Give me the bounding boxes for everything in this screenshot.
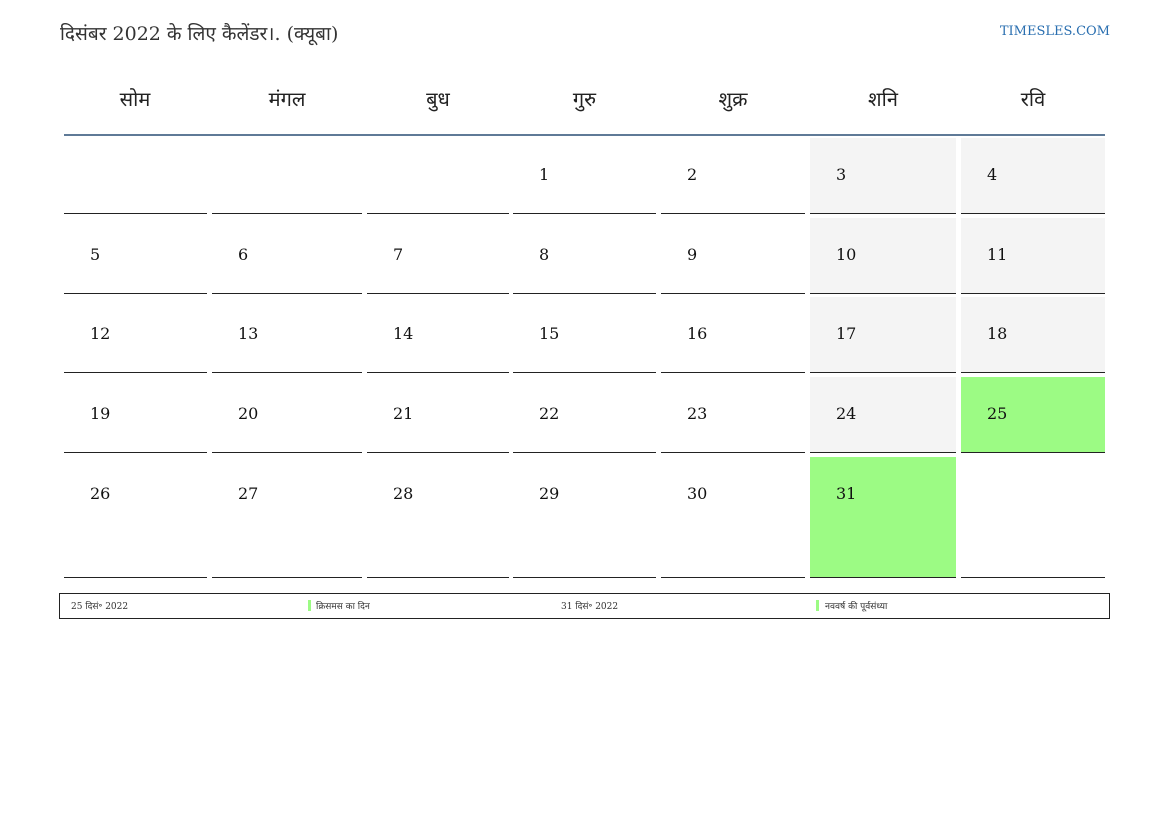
day-cell[interactable]: 15 xyxy=(513,297,656,373)
weekday-sat: शनि xyxy=(868,87,898,111)
day-cell[interactable]: 21 xyxy=(367,377,509,453)
empty-day-cell xyxy=(961,457,1105,578)
day-cell[interactable]: 25 xyxy=(961,377,1105,453)
day-number: 20 xyxy=(238,404,259,423)
day-number: 21 xyxy=(393,404,414,423)
day-number: 30 xyxy=(687,484,708,503)
day-cell[interactable]: 30 xyxy=(661,457,805,578)
day-number: 23 xyxy=(687,404,708,423)
empty-day-cell xyxy=(212,138,362,214)
holiday-color-marker xyxy=(308,600,311,611)
day-number: 16 xyxy=(687,324,708,343)
day-cell[interactable]: 4 xyxy=(961,138,1105,214)
empty-day-cell xyxy=(64,138,207,214)
day-cell[interactable]: 13 xyxy=(212,297,362,373)
day-number: 22 xyxy=(539,404,560,423)
day-cell[interactable]: 18 xyxy=(961,297,1105,373)
day-number: 9 xyxy=(687,245,698,264)
day-cell[interactable]: 19 xyxy=(64,377,207,453)
day-number: 3 xyxy=(836,165,847,184)
legend-holiday-name: नववर्ष की पूर्वसंध्या xyxy=(825,602,888,612)
day-cell[interactable]: 24 xyxy=(810,377,956,453)
legend-holiday-name: क्रिसमस का दिन xyxy=(316,602,370,612)
day-cell[interactable]: 6 xyxy=(212,218,362,294)
weekday-mon: सोम xyxy=(119,87,151,111)
day-cell[interactable]: 14 xyxy=(367,297,509,373)
day-cell[interactable]: 17 xyxy=(810,297,956,373)
day-cell[interactable]: 31 xyxy=(810,457,956,578)
day-number: 5 xyxy=(90,245,101,264)
empty-day-cell xyxy=(367,138,509,214)
day-number: 13 xyxy=(238,324,259,343)
day-cell[interactable]: 20 xyxy=(212,377,362,453)
day-number: 6 xyxy=(238,245,249,264)
day-cell[interactable]: 29 xyxy=(513,457,656,578)
day-number: 26 xyxy=(90,484,111,503)
day-number: 7 xyxy=(393,245,404,264)
day-cell[interactable]: 7 xyxy=(367,218,509,294)
day-number: 11 xyxy=(987,245,1008,264)
day-cell[interactable]: 23 xyxy=(661,377,805,453)
day-cell[interactable]: 5 xyxy=(64,218,207,294)
day-number: 25 xyxy=(987,404,1008,423)
weekday-tue: मंगल xyxy=(268,87,306,111)
holiday-color-marker xyxy=(816,600,819,611)
day-number: 12 xyxy=(90,324,111,343)
day-number: 19 xyxy=(90,404,111,423)
legend-date: 31 दिसं॰ 2022 xyxy=(561,602,619,612)
day-number: 1 xyxy=(539,165,550,184)
weekday-wed: बुध xyxy=(426,87,450,111)
day-cell[interactable]: 8 xyxy=(513,218,656,294)
day-cell[interactable]: 16 xyxy=(661,297,805,373)
legend-date: 25 दिसं॰ 2022 xyxy=(71,602,129,612)
day-cell[interactable]: 10 xyxy=(810,218,956,294)
day-cell[interactable]: 9 xyxy=(661,218,805,294)
day-cell[interactable]: 28 xyxy=(367,457,509,578)
day-number: 24 xyxy=(836,404,857,423)
day-number: 27 xyxy=(238,484,259,503)
day-number: 29 xyxy=(539,484,560,503)
day-number: 18 xyxy=(987,324,1008,343)
day-cell[interactable]: 1 xyxy=(513,138,656,214)
site-link[interactable]: TIMESLES.COM xyxy=(1000,24,1110,39)
day-number: 4 xyxy=(987,165,998,184)
holiday-legend: 25 दिसं॰ 2022 क्रिसमस का दिन 31 दिसं॰ 20… xyxy=(59,593,1110,619)
day-cell[interactable]: 11 xyxy=(961,218,1105,294)
day-cell[interactable]: 27 xyxy=(212,457,362,578)
calendar-title: दिसंबर 2022 के लिए कैलेंडर।. (क्यूबा) xyxy=(60,23,339,45)
day-number: 14 xyxy=(393,324,414,343)
day-number: 31 xyxy=(836,484,857,503)
day-cell[interactable]: 3 xyxy=(810,138,956,214)
day-number: 17 xyxy=(836,324,857,343)
weekday-header-row: सोम मंगल बुध गुरु शुक्र शनि रवि xyxy=(64,78,1105,136)
day-number: 10 xyxy=(836,245,857,264)
day-cell[interactable]: 26 xyxy=(64,457,207,578)
day-number: 15 xyxy=(539,324,560,343)
day-number: 2 xyxy=(687,165,698,184)
day-number: 8 xyxy=(539,245,550,264)
day-cell[interactable]: 2 xyxy=(661,138,805,214)
weekday-thu: गुरु xyxy=(572,87,597,111)
weekday-sun: रवि xyxy=(1020,87,1046,111)
weekday-fri: शुक्र xyxy=(718,87,748,111)
day-cell[interactable]: 12 xyxy=(64,297,207,373)
day-number: 28 xyxy=(393,484,414,503)
day-cell[interactable]: 22 xyxy=(513,377,656,453)
